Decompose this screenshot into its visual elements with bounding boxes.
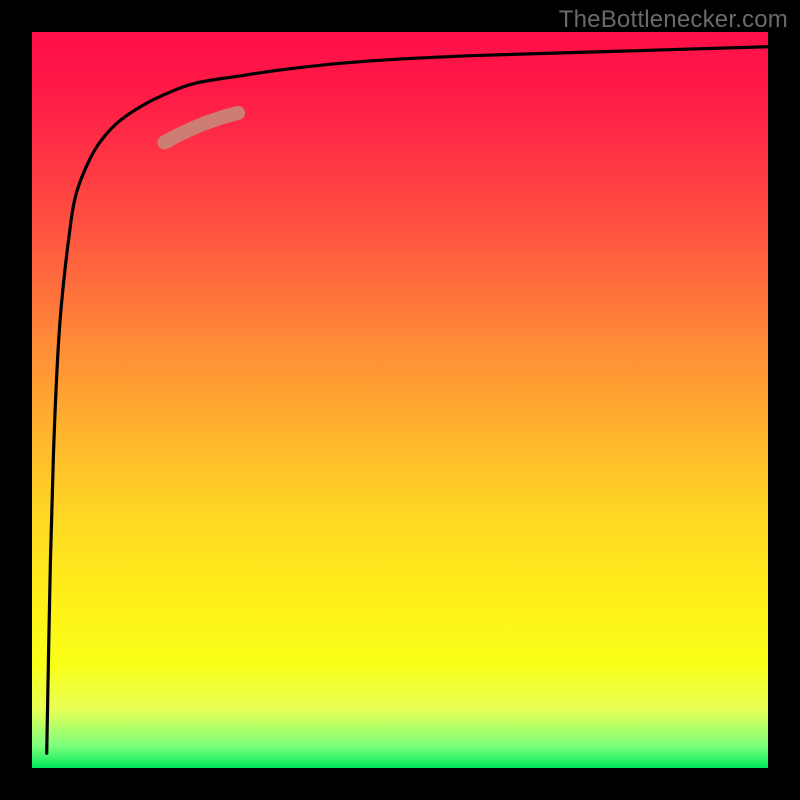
watermark-text: TheBottlenecker.com (559, 6, 788, 34)
plot-gradient-background (32, 32, 768, 768)
chart-container: TheBottlenecker.com (0, 0, 800, 800)
